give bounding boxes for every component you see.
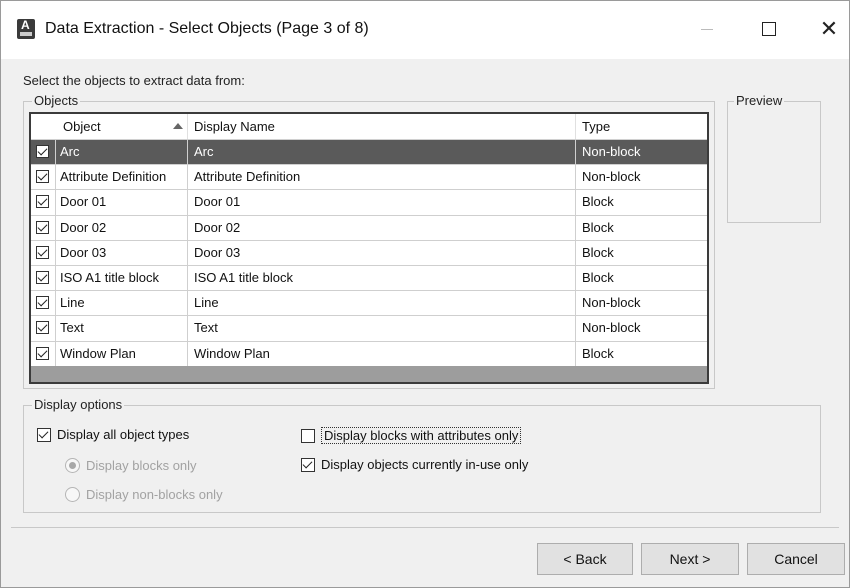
row-object: Door 02 <box>60 219 107 235</box>
data-extraction-dialog: Data Extraction - Select Objects (Page 3… <box>0 0 850 588</box>
checkbox-checked-icon <box>36 195 49 209</box>
sort-ascending-icon <box>173 123 183 129</box>
row-object: Door 03 <box>60 244 107 260</box>
row-type: Non-block <box>575 316 707 342</box>
radio-unselected-icon <box>65 487 80 502</box>
minimize-icon <box>701 28 713 30</box>
display-options-label: Display options <box>32 397 125 412</box>
row-checkbox[interactable] <box>31 265 56 291</box>
display-blocks-only-radio[interactable]: Display blocks only <box>65 458 197 473</box>
display-objects-in-use-only-label: Display objects currently in-use only <box>321 457 529 472</box>
next-button[interactable]: Next > <box>641 543 739 575</box>
checkbox-checked-icon <box>36 220 49 234</box>
checkbox-checked-icon <box>36 170 49 184</box>
cancel-button[interactable]: Cancel <box>747 543 845 575</box>
row-type: Block <box>575 240 707 266</box>
footer-separator <box>11 527 839 528</box>
checkbox-checked-icon <box>36 145 49 158</box>
row-object: Text <box>60 320 84 336</box>
row-display-name[interactable]: ISO A1 title block <box>187 265 575 291</box>
table-row[interactable]: Line Line Non-block <box>31 291 707 317</box>
checkbox-checked-icon <box>36 346 49 360</box>
objects-group-label: Objects <box>32 93 81 108</box>
display-blocks-with-attributes-only-label: Display blocks with attributes only <box>321 427 522 444</box>
window-title: Data Extraction - Select Objects (Page 3… <box>45 20 369 37</box>
row-display-name[interactable]: Arc <box>187 140 575 165</box>
back-button[interactable]: < Back <box>537 543 633 575</box>
row-checkbox[interactable] <box>31 240 56 266</box>
instruction-label: Select the objects to extract data from: <box>23 73 245 88</box>
checkbox-checked-icon <box>36 270 49 284</box>
display-non-blocks-only-label: Display non-blocks only <box>86 487 223 502</box>
column-header-type[interactable]: Type <box>575 114 707 139</box>
checkbox-checked-icon <box>36 245 49 259</box>
display-blocks-only-label: Display blocks only <box>86 458 197 473</box>
row-type: Block <box>575 265 707 291</box>
maximize-icon <box>762 22 776 36</box>
table-row[interactable]: Door 02 Door 02 Block <box>31 215 707 241</box>
row-object: Line <box>60 295 85 311</box>
checkbox-checked-icon <box>36 296 49 310</box>
table-row[interactable]: Window Plan Window Plan Block <box>31 341 707 367</box>
row-object: Door 01 <box>60 194 107 210</box>
title-bar: Data Extraction - Select Objects (Page 3… <box>1 1 849 59</box>
row-display-name[interactable]: Line <box>187 291 575 317</box>
row-checkbox[interactable] <box>31 140 56 165</box>
column-header-check[interactable] <box>31 114 55 139</box>
checkbox-checked-icon <box>36 321 49 335</box>
table-row[interactable]: ISO A1 title block ISO A1 title block Bloc… <box>31 265 707 292</box>
minimize-button[interactable] <box>687 11 727 47</box>
column-header-object-label: Object <box>63 119 101 134</box>
checkbox-checked-icon <box>301 457 315 472</box>
display-blocks-with-attributes-only-checkbox[interactable]: Display blocks with attributes only <box>301 427 522 444</box>
close-icon: ✕ <box>819 16 839 41</box>
row-type: Block <box>575 215 707 241</box>
table-row[interactable]: Arc Arc Non-block <box>31 140 707 166</box>
row-object: Arc <box>60 144 80 159</box>
row-display-name[interactable]: Door 01 <box>187 190 575 216</box>
list-footer-bar <box>31 366 707 382</box>
checkbox-unchecked-icon <box>301 428 315 443</box>
close-button[interactable]: ✕ <box>809 11 849 47</box>
list-rows: Arc Arc Non-block Attribute Definition Attri… <box>31 140 707 367</box>
row-type: Non-block <box>575 140 707 165</box>
display-non-blocks-only-radio[interactable]: Display non-blocks only <box>65 487 223 502</box>
display-objects-in-use-only-checkbox[interactable]: Display objects currently in-use only <box>301 457 528 472</box>
table-row[interactable]: Text Text Non-block <box>31 316 707 342</box>
row-object: ISO A1 title block <box>60 269 159 285</box>
row-checkbox[interactable] <box>31 165 56 191</box>
row-display-name[interactable]: Door 03 <box>187 240 575 266</box>
column-header-object[interactable]: Object <box>55 114 187 139</box>
row-object: Window Plan <box>60 345 136 361</box>
checkbox-checked-icon <box>37 427 51 442</box>
column-header-display-name[interactable]: Display Name <box>187 114 575 139</box>
row-checkbox[interactable] <box>31 316 56 342</box>
row-display-name[interactable]: Attribute Definition <box>187 165 575 191</box>
display-all-object-types-label: Display all object types <box>57 427 190 442</box>
row-type: Non-block <box>575 291 707 317</box>
maximize-button[interactable] <box>749 11 789 47</box>
row-checkbox[interactable] <box>31 190 56 216</box>
row-checkbox[interactable] <box>31 291 56 317</box>
row-type: Non-block <box>575 165 707 191</box>
row-checkbox[interactable] <box>31 341 56 367</box>
display-all-object-types-checkbox[interactable]: Display all object types <box>37 427 189 442</box>
row-display-name[interactable]: Door 02 <box>187 215 575 241</box>
table-row[interactable]: Attribute Definition Attribute Definition… <box>31 165 707 191</box>
row-display-name[interactable]: Window Plan <box>187 341 575 367</box>
list-header: Object Display Name Type <box>31 114 707 140</box>
row-display-name[interactable]: Text <box>187 316 575 342</box>
preview-groupbox: Preview <box>727 93 821 223</box>
radio-selected-icon <box>65 458 80 473</box>
objects-list-view[interactable]: Object Display Name Type Arc Arc Non-block… <box>29 112 709 384</box>
row-type: Block <box>575 190 707 216</box>
row-object: Attribute Definition <box>60 169 167 185</box>
row-checkbox[interactable] <box>31 215 56 241</box>
table-row[interactable]: Door 03 Door 03 Block <box>31 240 707 266</box>
autocad-app-icon <box>17 18 35 39</box>
preview-group-label: Preview <box>734 93 785 108</box>
table-row[interactable]: Door 01 Door 01 Block <box>31 190 707 216</box>
row-type: Block <box>575 341 707 367</box>
